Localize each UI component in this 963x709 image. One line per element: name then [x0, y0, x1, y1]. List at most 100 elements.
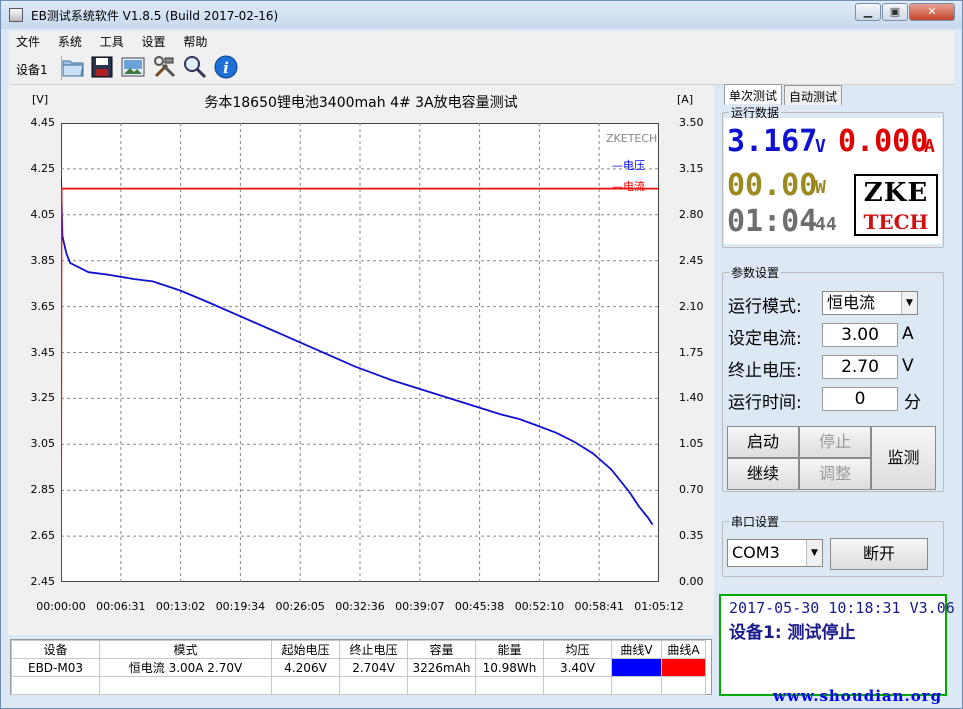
- cell-energy: 10.98Wh: [475, 658, 544, 677]
- legend-current-label: 电流: [623, 180, 645, 193]
- status-timestamp: 2017-05-30 10:18:31 V3.06: [729, 599, 955, 617]
- col-header-curve-a: 曲线A: [661, 640, 706, 659]
- y-left-tick-label: 2.65: [30, 529, 56, 543]
- chart-plot-area: [61, 123, 659, 583]
- window-title: EB测试系统软件 V1.8.5 (Build 2017-02-16): [31, 9, 279, 23]
- open-folder-icon[interactable]: [61, 55, 85, 79]
- runtime-input[interactable]: 0: [822, 387, 898, 411]
- stop-button[interactable]: 停止: [799, 426, 871, 458]
- summary-table: 设备 模式 起始电压 终止电压 容量 能量 均压 曲线V 曲线A EBD-M03…: [11, 640, 706, 695]
- logo-zke-text: ZKE: [863, 178, 929, 208]
- info-icon[interactable]: i: [214, 55, 238, 79]
- y-left-tick-label: 4.45: [30, 116, 56, 129]
- tools-icon[interactable]: [153, 55, 177, 79]
- cell-avg-voltage: 3.40V: [543, 658, 612, 677]
- magnifier-icon[interactable]: [183, 55, 207, 79]
- power-unit: W: [815, 177, 826, 198]
- svg-text:i: i: [223, 59, 229, 77]
- chevron-down-icon[interactable]: ▼: [806, 540, 822, 566]
- summary-table-panel: 设备 模式 起始电压 终止电压 容量 能量 均压 曲线V 曲线A EBD-M03…: [10, 639, 712, 695]
- device-label[interactable]: 设备1: [16, 61, 48, 78]
- com-port-select[interactable]: COM3 ▼: [727, 539, 823, 567]
- adjust-button[interactable]: 调整: [799, 458, 871, 490]
- x-tick-label: 01:05:12: [634, 600, 684, 613]
- runtime-unit: 分: [904, 393, 921, 413]
- serial-title: 串口设置: [729, 513, 782, 530]
- mode-select-value: 恒电流: [827, 293, 876, 312]
- set-current-input[interactable]: 3.00: [822, 323, 898, 347]
- monitor-button[interactable]: 监测: [871, 426, 936, 490]
- continue-button[interactable]: 继续: [727, 458, 799, 490]
- start-button[interactable]: 启动: [727, 426, 799, 458]
- mode-select[interactable]: 恒电流 ▼: [822, 291, 918, 315]
- col-header-device: 设备: [11, 640, 100, 659]
- y-right-tick-label: 0.00: [679, 575, 704, 588]
- y-left-tick-label: 4.05: [30, 207, 56, 221]
- right-axis-unit: [A]: [677, 93, 694, 106]
- status-panel: 2017-05-30 10:18:31 V3.06 设备1: 测试停止: [719, 594, 955, 696]
- set-current-unit: A: [902, 324, 914, 344]
- y-left-tick-label: 3.25: [30, 391, 56, 405]
- power-readout: 00.00: [727, 168, 818, 203]
- menu-system[interactable]: 系统: [51, 31, 89, 52]
- menu-help[interactable]: 帮助: [176, 31, 214, 52]
- y-left-tick-label: 4.25: [30, 161, 56, 175]
- y-left-tick-label: 3.45: [30, 345, 56, 359]
- y-left-tick-label: 3.05: [30, 437, 56, 451]
- legend-voltage: —电压: [612, 159, 645, 172]
- y-right-tick-label: 2.10: [679, 299, 704, 313]
- col-header-mode: 模式: [99, 640, 272, 659]
- y-right-tick-label: 1.40: [679, 391, 704, 405]
- runtime-label: 运行时间:: [728, 393, 802, 413]
- mode-label: 运行模式:: [728, 297, 802, 317]
- set-current-label: 设定电流:: [728, 329, 802, 349]
- col-header-start-voltage: 起始电压: [271, 640, 340, 659]
- toolbar: 设备1 i: [9, 51, 954, 85]
- chevron-down-icon[interactable]: ▼: [901, 292, 917, 314]
- cutoff-voltage-unit: V: [902, 356, 914, 376]
- minimize-button[interactable]: ▁: [855, 3, 881, 21]
- menu-settings[interactable]: 设置: [135, 31, 173, 52]
- y-right-tick-label: 3.50: [679, 116, 704, 129]
- cell-curve-v-color[interactable]: [611, 658, 662, 677]
- cell-capacity: 3226mAh: [407, 658, 476, 677]
- y-left-tick-label: 2.85: [30, 483, 56, 497]
- y-right-tick-label: 0.35: [679, 529, 704, 543]
- time-readout: 01:04: [727, 204, 818, 239]
- y-right-tick-label: 2.45: [679, 253, 704, 267]
- y-right-tick-label: 2.80: [679, 207, 704, 221]
- table-header-row: 设备 模式 起始电压 终止电压 容量 能量 均压 曲线V 曲线A: [11, 640, 706, 659]
- cell-start-voltage: 4.206V: [271, 658, 340, 677]
- cell-end-voltage: 2.704V: [339, 658, 408, 677]
- table-row[interactable]: EBD-M03 恒电流 3.00A 2.70V 4.206V 2.704V 32…: [11, 658, 706, 677]
- menu-bar: 文件 系统 工具 设置 帮助: [9, 31, 954, 51]
- y-right-tick-label: 1.75: [679, 345, 704, 359]
- voltage-readout: 3.167: [727, 124, 818, 159]
- title-bar: EB测试系统软件 V1.8.5 (Build 2017-02-16) ▁ ▣ ✕: [1, 1, 962, 29]
- image-icon[interactable]: [121, 55, 145, 79]
- params-title: 参数设置: [729, 264, 782, 281]
- tab-single-test[interactable]: 单次测试: [724, 84, 782, 105]
- zketech-logo: ZKE TECH: [854, 174, 938, 236]
- chart-watermark: ZKETECH: [606, 132, 658, 145]
- col-header-capacity: 容量: [407, 640, 476, 659]
- col-header-curve-v: 曲线V: [611, 640, 662, 659]
- time-seconds-readout: 44: [815, 214, 837, 235]
- close-button[interactable]: ✕: [909, 3, 955, 21]
- y-left-tick-label: 3.65: [30, 299, 56, 313]
- cutoff-voltage-input[interactable]: 2.70: [822, 355, 898, 379]
- cell-curve-a-color[interactable]: [661, 658, 706, 677]
- current-readout: 0.000: [838, 124, 929, 159]
- legend-current: —电流: [612, 180, 645, 193]
- status-message: 设备1: 测试停止: [729, 623, 856, 643]
- cell-device: EBD-M03: [11, 658, 100, 677]
- legend-voltage-label: 电压: [623, 159, 645, 172]
- disconnect-button[interactable]: 断开: [830, 538, 928, 570]
- restore-button[interactable]: ▣: [882, 3, 908, 21]
- left-axis-unit: [V]: [32, 93, 49, 106]
- tab-auto-test[interactable]: 自动测试: [784, 85, 842, 105]
- menu-tools[interactable]: 工具: [93, 31, 131, 52]
- menu-file[interactable]: 文件: [9, 31, 47, 52]
- col-header-end-voltage: 终止电压: [339, 640, 408, 659]
- save-icon[interactable]: [90, 55, 114, 79]
